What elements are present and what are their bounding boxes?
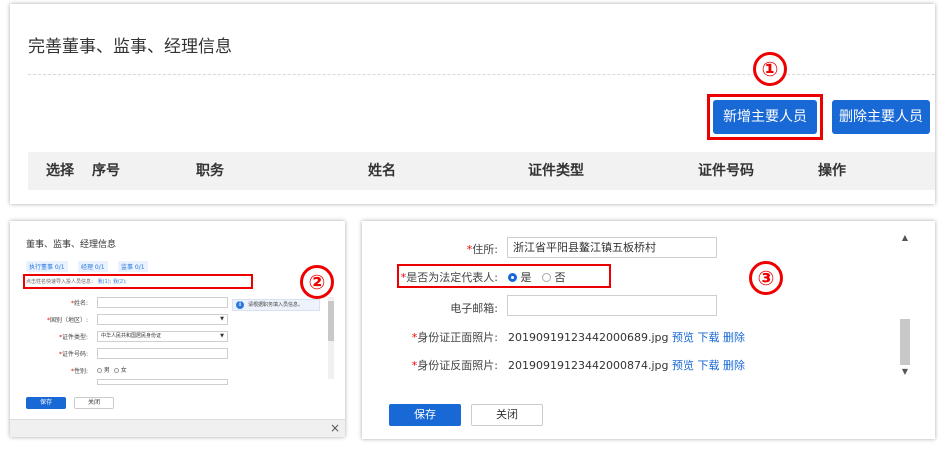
column-header-index: 序号 (92, 163, 120, 179)
gender-options: 男 女 (97, 365, 127, 374)
close-button[interactable]: 关闭 (74, 397, 114, 409)
step-marker-3: ③ (749, 261, 783, 295)
step-marker-1: ① (753, 52, 787, 86)
legal-representative-label: *是否为法定代表人: (400, 271, 498, 284)
main-info-panel: 完善董事、监事、经理信息 ① 新增主要人员 删除主要人员 选择 序号 职务 姓名… (10, 4, 935, 204)
radio-no-label: 否 (554, 271, 566, 284)
scroll-down-icon[interactable]: ▼ (899, 367, 911, 376)
info-icon: i (236, 301, 244, 309)
quick-import-row: 点击姓名快速导入投人员信息： 我(1); 我(2); (26, 279, 127, 285)
id-number-input[interactable] (97, 348, 228, 359)
dropdown-arrow-icon: ▼ (220, 333, 224, 339)
info-tip: i 请根据职务填入员信息。 (232, 299, 320, 311)
dropdown-arrow-icon: ▼ (220, 316, 224, 322)
preview-link[interactable]: 预览 (672, 331, 694, 344)
download-link[interactable]: 下载 (698, 331, 720, 344)
info-tip-text: 请根据职务填入员信息。 (248, 302, 304, 308)
step-marker-2: ② (300, 265, 334, 299)
radio-male[interactable] (97, 368, 102, 373)
close-icon[interactable]: × (330, 421, 340, 435)
quick-import-link[interactable]: 我(2) (113, 279, 125, 285)
id-type-select[interactable]: 中华人民共和国居民身份证 ▼ (97, 331, 228, 342)
id-back-photo-file: 20190919123442000874.jpg 预览 下载 删除 (508, 357, 745, 373)
scrollbar[interactable]: ▲ ▼ (899, 233, 911, 381)
id-back-photo-label: *身份证反面照片: (411, 359, 498, 372)
address-label: *住所: (466, 243, 498, 256)
close-button[interactable]: 关闭 (471, 404, 543, 426)
preview-link[interactable]: 预览 (672, 359, 694, 372)
person-form-dialog: 董事、监事、经理信息 执行董事 0/1 经理 0/1 监事 0/1 ② 点击姓名… (10, 221, 345, 437)
dialog-title: 董事、监事、经理信息 (26, 240, 117, 250)
gender-label: *性别: (70, 368, 88, 375)
save-button[interactable]: 保存 (26, 397, 66, 409)
column-header-id-type: 证件类型 (528, 163, 584, 179)
save-button[interactable]: 保存 (389, 404, 461, 426)
id-number-label: *证件号码: (58, 351, 88, 358)
delete-link[interactable]: 删除 (723, 359, 745, 372)
name-input[interactable] (97, 297, 228, 308)
person-detail-form: *住所: 浙江省平阳县鳌江镇五板桥村 *是否为法定代表人: 是 否 ③ 电子邮箱… (362, 221, 935, 439)
page-title: 完善董事、监事、经理信息 (28, 37, 232, 57)
file-name: 20190919123442000689.jpg (508, 331, 669, 344)
column-header-name: 姓名 (368, 163, 396, 179)
radio-yes-label: 是 (520, 271, 532, 284)
delete-key-person-button[interactable]: 删除主要人员 (832, 100, 930, 134)
radio-female[interactable] (113, 368, 119, 373)
id-front-photo-label: *身份证正面照片: (411, 331, 498, 344)
address-input[interactable]: 浙江省平阳县鳌江镇五板桥村 (507, 237, 717, 258)
radio-yes[interactable] (508, 273, 517, 282)
scrollbar[interactable] (328, 297, 334, 379)
next-field-input[interactable] (97, 379, 228, 385)
tab-executive-director[interactable]: 执行董事 0/1 (26, 261, 68, 272)
delete-link[interactable]: 删除 (723, 331, 745, 344)
id-front-photo-file: 20190919123442000689.jpg 预览 下载 删除 (508, 329, 745, 345)
scrollbar-thumb[interactable] (900, 319, 910, 365)
scrollbar-thumb[interactable] (328, 301, 334, 341)
name-label: *姓名: (70, 300, 88, 307)
country-label: *国别（地区）: (46, 317, 88, 324)
radio-no[interactable] (542, 273, 551, 282)
legal-representative-options: 是 否 (508, 269, 566, 285)
file-name: 20190919123442000874.jpg (508, 359, 669, 372)
quick-import-text: 点击姓名快速导入投人员信息： (26, 279, 97, 285)
tab-manager[interactable]: 经理 0/1 (78, 261, 108, 272)
radio-female-label: 女 (120, 367, 127, 374)
scroll-up-icon[interactable]: ▲ (899, 233, 911, 242)
column-header-id-number: 证件号码 (698, 163, 754, 179)
country-select[interactable]: ▼ (97, 314, 228, 325)
column-header-actions: 操作 (818, 163, 846, 179)
column-header-select: 选择 (46, 163, 74, 179)
tab-supervisor[interactable]: 监事 0/1 (118, 261, 148, 272)
email-input[interactable] (507, 295, 717, 316)
divider (28, 74, 935, 75)
download-link[interactable]: 下载 (698, 359, 720, 372)
dialog-footer: × (10, 419, 345, 437)
id-type-label: *证件类型: (58, 334, 88, 341)
quick-import-link[interactable]: 我(1) (98, 279, 110, 285)
add-key-person-button[interactable]: 新增主要人员 (713, 100, 817, 134)
table-header: 选择 序号 职务 姓名 证件类型 证件号码 操作 (28, 152, 935, 190)
email-label: 电子邮箱: (450, 302, 498, 315)
column-header-position: 职务 (196, 163, 224, 179)
radio-male-label: 男 (103, 367, 110, 374)
